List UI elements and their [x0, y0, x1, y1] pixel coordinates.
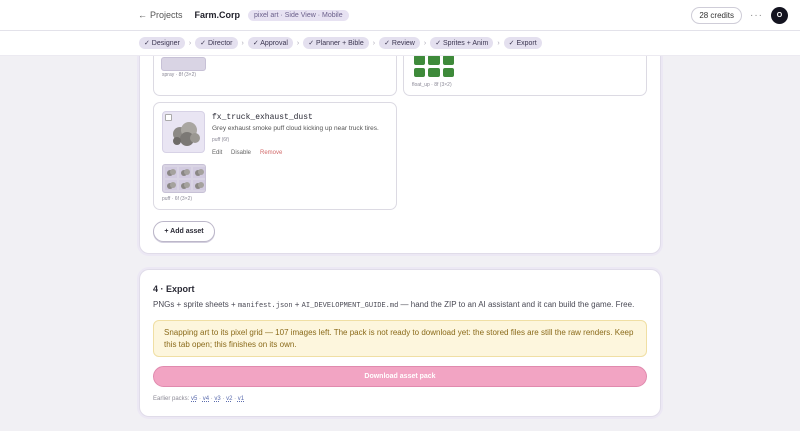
sprite-frame: [193, 179, 205, 190]
sprite-frame: [428, 55, 440, 65]
sheet-caption: float_up · 8f (3×2): [412, 82, 452, 88]
export-title: 4 · Export: [153, 284, 195, 294]
desc-text: PNGs + sprite sheets +: [153, 300, 238, 309]
asset-card-exhaust: fx_truck_exhaust_dust Grey exhaust smoke…: [153, 102, 397, 210]
step-separator: ›: [188, 39, 192, 47]
manifest-filename: manifest.json: [237, 302, 293, 310]
desc-text: — hand the ZIP to an AI assistant and it…: [398, 300, 635, 309]
step-separator: ›: [241, 39, 244, 47]
sprite-frame: [442, 67, 454, 77]
sprite-frame: [165, 179, 177, 190]
earlier-packs: Earlier packs: v5 · v4 · v3 · v2 · v1: [153, 396, 245, 402]
step-export[interactable]: ✓ Export: [503, 37, 542, 49]
desc-text: +: [292, 300, 302, 309]
sprite-sheet-thumb[interactable]: [162, 164, 206, 193]
sprite-sheet-thumb[interactable]: [412, 53, 456, 79]
step-bar: ✓ Designer › ✓ Director › ✓ Approval › ✓ Pl…: [0, 31, 800, 56]
step-approval[interactable]: ✓ Approval: [247, 37, 293, 49]
arrow-left-icon: ←: [138, 10, 147, 20]
pack-version-link[interactable]: v4: [203, 396, 209, 402]
top-bar: ← Projects Farm.Corp pixel art · Side Vi…: [0, 0, 800, 31]
sprite-frame: [193, 167, 205, 178]
sprite-frame: [442, 55, 454, 65]
sheet-caption: spray · 8f (3×2): [162, 72, 197, 78]
credits-badge[interactable]: 28 credits: [691, 6, 742, 24]
asset-preview[interactable]: [162, 111, 205, 153]
step-review[interactable]: ✓ Review: [379, 37, 420, 49]
add-asset-button[interactable]: + Add asset: [153, 221, 215, 242]
step-separator: ›: [296, 39, 300, 47]
guide-filename: AI_DEVELOPMENT_GUIDE.md: [301, 302, 399, 310]
sprite-frame: [414, 67, 426, 77]
sprite-frame: [428, 67, 440, 77]
sprite-sheet-thumb[interactable]: [161, 57, 206, 71]
step-sprites-anim[interactable]: ✓ Sprites + Anim: [430, 37, 494, 49]
select-checkbox[interactable]: [165, 114, 172, 121]
more-menu-icon[interactable]: ···: [750, 10, 763, 21]
asset-name: fx_truck_exhaust_dust: [212, 113, 313, 122]
earlier-label: Earlier packs:: [153, 396, 190, 402]
sprite-frame: [414, 55, 426, 65]
sprite-frame: [179, 167, 191, 178]
avatar[interactable]: O: [771, 6, 788, 24]
pack-version-link[interactable]: v2: [226, 396, 232, 402]
back-to-projects-link[interactable]: ← Projects: [138, 10, 183, 20]
pack-version-link[interactable]: v5: [191, 396, 197, 402]
pack-version-link[interactable]: v1: [238, 396, 244, 402]
step-separator: ›: [423, 39, 427, 47]
sheet-caption: puff · 6f (3×2): [162, 196, 193, 202]
step-designer[interactable]: ✓ Designer: [139, 37, 185, 49]
step-director[interactable]: ✓ Director: [195, 37, 238, 49]
step-planner-bible[interactable]: ✓ Planner + Bible: [303, 37, 369, 49]
project-name: Farm.Corp: [194, 10, 241, 20]
remove-link[interactable]: Remove: [260, 150, 282, 156]
anim-info: puff (6f): [212, 137, 230, 143]
disable-link[interactable]: Disable: [231, 150, 251, 156]
export-description: PNGs + sprite sheets + manifest.json + A…: [153, 300, 634, 310]
back-label: Projects: [150, 10, 183, 20]
asset-description: Grey exhaust smoke puff cloud kicking up…: [212, 125, 379, 132]
pack-version-link[interactable]: v3: [214, 396, 220, 402]
download-pack-button[interactable]: Download asset pack: [153, 366, 647, 387]
style-pill: pixel art · Side View · Mobile: [248, 9, 349, 21]
sprite-frame: [165, 167, 177, 178]
processing-warning: Snapping art to its pixel grid — 107 ima…: [153, 320, 647, 357]
step-separator: ›: [497, 39, 500, 47]
edit-link[interactable]: Edit: [212, 150, 222, 156]
step-separator: ›: [372, 39, 376, 47]
sprite-frame: [179, 179, 191, 190]
